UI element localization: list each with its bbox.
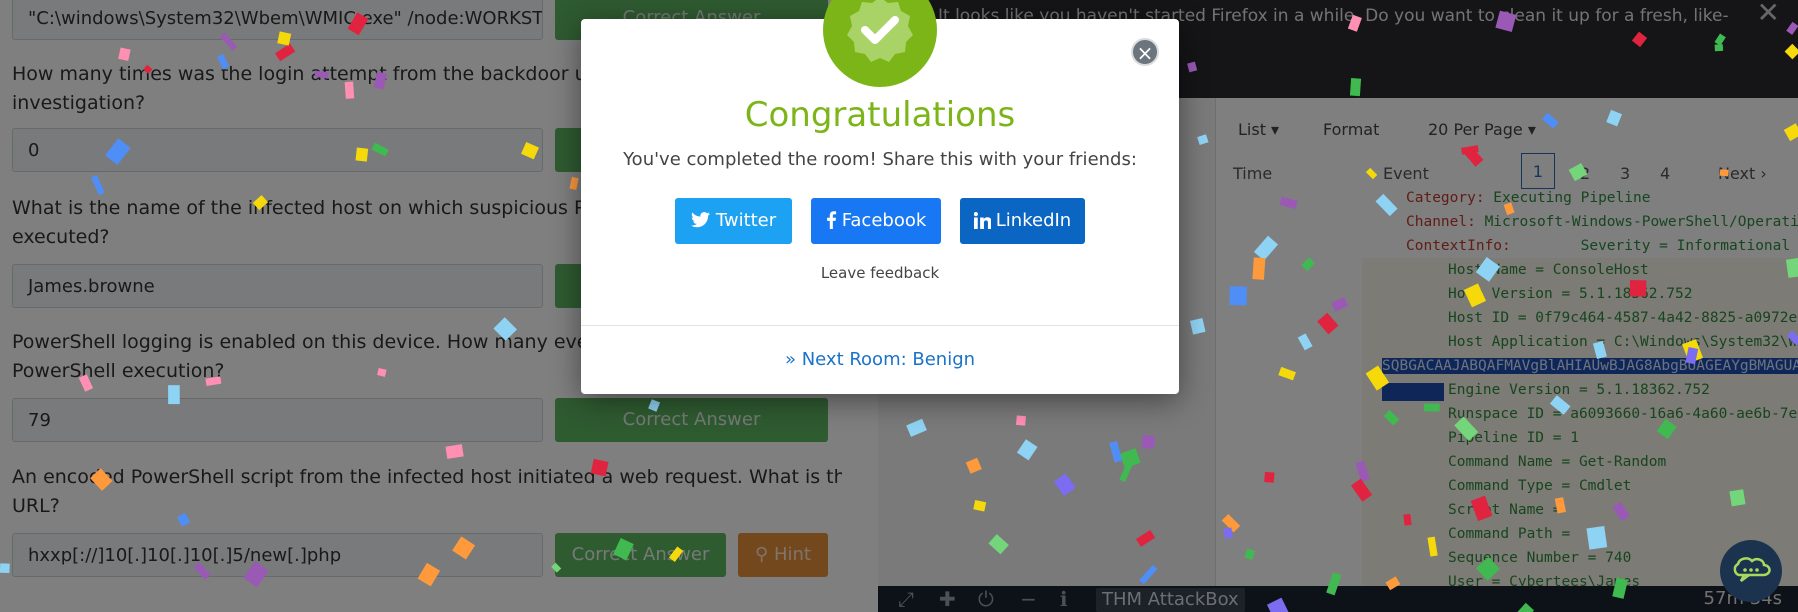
share-facebook-button[interactable]: Facebook bbox=[811, 198, 941, 244]
congratulations-modal: × Congratulations You've completed the r… bbox=[581, 0, 1179, 394]
next-room-link[interactable]: » Next Room: Benign bbox=[581, 349, 1179, 370]
modal-divider bbox=[581, 325, 1179, 326]
linkedin-label: LinkedIn bbox=[995, 210, 1072, 231]
twitter-icon bbox=[690, 212, 710, 228]
next-room-label: Next Room: Benign bbox=[801, 349, 976, 370]
share-linkedin-button[interactable]: LinkedIn bbox=[960, 198, 1085, 244]
modal-subtitle: You've completed the room! Share this wi… bbox=[623, 149, 1137, 170]
facebook-label: Facebook bbox=[841, 210, 927, 231]
modal-title: Congratulations bbox=[744, 95, 1016, 135]
share-twitter-button[interactable]: Twitter bbox=[675, 198, 792, 244]
close-icon[interactable]: × bbox=[1131, 38, 1159, 66]
twitter-label: Twitter bbox=[715, 210, 777, 231]
facebook-icon bbox=[826, 211, 836, 229]
linkedin-icon bbox=[973, 212, 992, 229]
double-chevron-right-icon: » bbox=[784, 349, 796, 370]
chat-support-button[interactable] bbox=[1720, 540, 1782, 602]
check-badge-icon bbox=[823, 0, 937, 87]
leave-feedback-link[interactable]: Leave feedback bbox=[581, 264, 1179, 282]
chat-icon bbox=[1733, 557, 1771, 582]
